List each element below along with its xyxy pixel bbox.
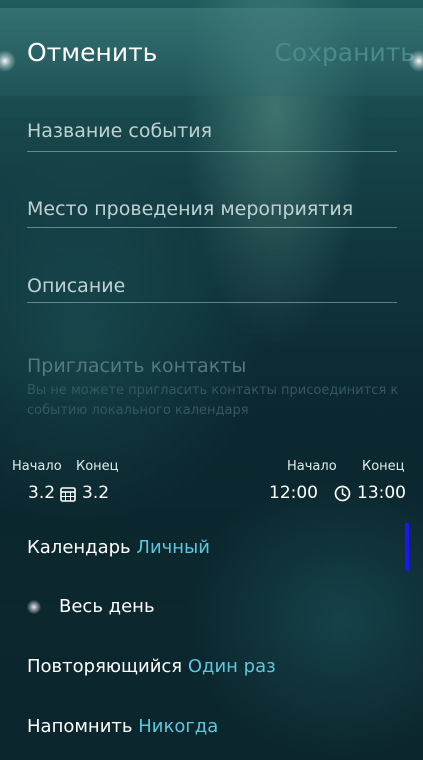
location-placeholder: Место проведения мероприятия <box>27 198 354 220</box>
date-end-value[interactable]: 3.2 <box>82 483 109 503</box>
date-start-value[interactable]: 3.2 <box>28 483 55 503</box>
invite-contacts-description: Вы не можете пригласить контакты присоед… <box>27 383 399 418</box>
header-bar: Отменить Сохранить <box>0 8 423 96</box>
time-start-value[interactable]: 12:00 <box>269 483 318 503</box>
event-name-placeholder: Название события <box>27 120 213 142</box>
recurrence-selector[interactable]: Повторяющийся Один раз <box>27 656 276 677</box>
cancel-button[interactable]: Отменить <box>27 38 157 68</box>
reminder-label: Напомнить <box>27 716 133 737</box>
date-end-label: Конец <box>76 459 119 474</box>
clock-icon <box>334 485 351 502</box>
location-field[interactable]: Место проведения мероприятия <box>27 197 397 228</box>
calendar-value: Личный <box>136 537 210 558</box>
description-underline <box>27 302 397 303</box>
calendar-icon <box>60 487 76 502</box>
header-glow-left <box>0 50 16 72</box>
time-end-value[interactable]: 13:00 <box>357 483 406 503</box>
all-day-label[interactable]: Весь день <box>59 596 155 617</box>
description-placeholder: Описание <box>27 275 126 297</box>
all-day-switch-indicator[interactable] <box>27 600 41 614</box>
event-editor-screen: Отменить Сохранить Название события Мест… <box>0 0 423 760</box>
location-underline <box>27 227 397 228</box>
event-name-underline <box>27 151 397 152</box>
recurrence-value: Один раз <box>187 656 276 677</box>
calendar-label: Календарь <box>27 537 131 558</box>
time-start-label: Начало <box>287 459 337 474</box>
scrollbar[interactable] <box>405 523 409 571</box>
save-button[interactable]: Сохранить <box>274 38 415 68</box>
reminder-selector[interactable]: Напомнить Никогда <box>27 716 218 737</box>
calendar-selector[interactable]: Календарь Личный <box>27 537 210 558</box>
invite-contacts-title: Пригласить контакты <box>27 355 247 377</box>
description-field[interactable]: Описание <box>27 274 397 303</box>
time-end-label: Конец <box>362 459 405 474</box>
date-start-label: Начало <box>12 459 62 474</box>
reminder-value: Никогда <box>138 716 219 737</box>
event-name-field[interactable]: Название события <box>27 119 397 152</box>
header-glow-right <box>408 50 423 72</box>
recurrence-label: Повторяющийся <box>27 656 183 677</box>
